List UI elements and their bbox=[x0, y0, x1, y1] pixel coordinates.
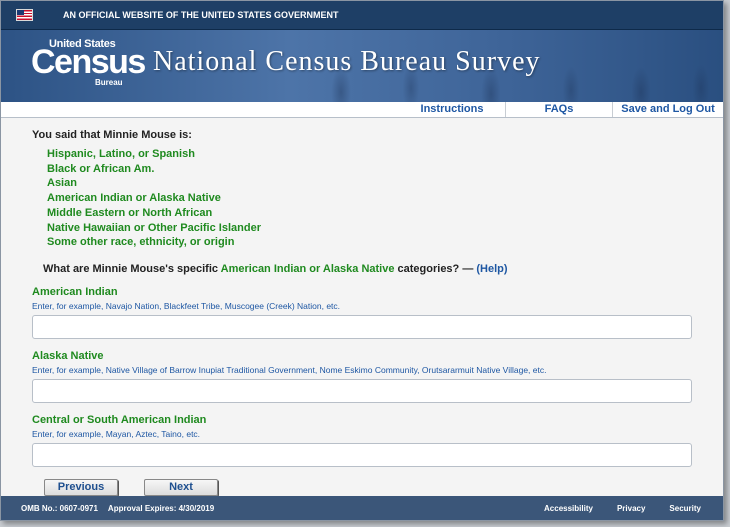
race-item: Middle Eastern or North African bbox=[47, 206, 213, 219]
american-indian-input[interactable] bbox=[32, 314, 692, 339]
faqs-link[interactable]: FAQs bbox=[505, 102, 612, 117]
approval-expires: Approval Expires: 4/30/2019 bbox=[107, 503, 215, 513]
race-item: Native Hawaiian or Other Pacific Islande… bbox=[47, 221, 261, 234]
american-indian-hint: Enter, for example, Navajo Nation, Black… bbox=[32, 300, 341, 311]
page-title: National Census Bureau Survey bbox=[153, 46, 541, 77]
omb-number: OMB No.: 0607-0971 bbox=[21, 503, 98, 513]
alaska-native-input[interactable] bbox=[32, 378, 692, 403]
american-indian-label: American Indian bbox=[32, 285, 118, 298]
next-button[interactable]: Next bbox=[144, 478, 218, 496]
official-gov-bar: AN OFFICIAL WEBSITE OF THE UNITED STATES… bbox=[1, 1, 723, 30]
alaska-native-label: Alaska Native bbox=[32, 349, 104, 362]
help-link[interactable]: (Help) bbox=[476, 263, 507, 275]
race-item: American Indian or Alaska Native bbox=[47, 192, 221, 205]
question-suffix: categories? — bbox=[394, 262, 477, 275]
race-item: Some other race, ethnicity, or origin bbox=[47, 236, 235, 249]
accessibility-link[interactable]: Accessibility bbox=[544, 504, 593, 513]
race-summary-list: Hispanic, Latino, or Spanish Black or Af… bbox=[47, 147, 693, 250]
navigation-buttons: Previous Next bbox=[44, 478, 693, 496]
central-south-american-indian-field-group: Central or South American Indian Enter, … bbox=[32, 414, 693, 467]
race-item: Hispanic, Latino, or Spanish bbox=[47, 148, 195, 160]
survey-window: AN OFFICIAL WEBSITE OF THE UNITED STATES… bbox=[0, 0, 724, 521]
header-banner: United States Census Bureau National Cen… bbox=[1, 30, 723, 102]
previous-button[interactable]: Previous bbox=[44, 478, 118, 496]
save-and-logout-link[interactable]: Save and Log Out bbox=[612, 102, 723, 117]
logo-bureau: Bureau bbox=[95, 78, 123, 87]
security-link[interactable]: Security bbox=[669, 504, 701, 513]
alaska-native-field-group: Alaska Native Enter, for example, Native… bbox=[32, 350, 693, 403]
privacy-link[interactable]: Privacy bbox=[617, 504, 645, 513]
footer: OMB No.: 0607-0971 Approval Expires: 4/3… bbox=[1, 496, 723, 520]
main-content: You said that Minnie Mouse is: Hispanic,… bbox=[1, 129, 723, 496]
top-nav: Instructions FAQs Save and Log Out bbox=[1, 102, 723, 118]
central-south-american-indian-hint: Enter, for example, Mayan, Aztec, Taino,… bbox=[32, 428, 201, 439]
us-flag-icon bbox=[16, 9, 33, 21]
official-website-text: AN OFFICIAL WEBSITE OF THE UNITED STATES… bbox=[63, 10, 339, 20]
race-item: Asian bbox=[47, 177, 77, 190]
instructions-link[interactable]: Instructions bbox=[399, 102, 505, 117]
question-highlight: American Indian or Alaska Native bbox=[220, 262, 395, 275]
race-summary-intro: You said that Minnie Mouse is: bbox=[32, 129, 192, 141]
race-item: Black or African Am. bbox=[47, 162, 155, 175]
footer-links: Accessibility Privacy Security bbox=[544, 504, 701, 513]
logo-census-word: Census bbox=[31, 43, 146, 81]
question-prefix: What are Minnie Mouse's specific bbox=[43, 262, 221, 275]
question-text: What are Minnie Mouse's specific America… bbox=[43, 263, 693, 275]
central-south-american-indian-input[interactable] bbox=[32, 442, 692, 467]
american-indian-field-group: American Indian Enter, for example, Nava… bbox=[32, 286, 693, 339]
alaska-native-hint: Enter, for example, Native Village of Ba… bbox=[32, 364, 547, 375]
central-south-american-indian-label: Central or South American Indian bbox=[32, 413, 207, 426]
